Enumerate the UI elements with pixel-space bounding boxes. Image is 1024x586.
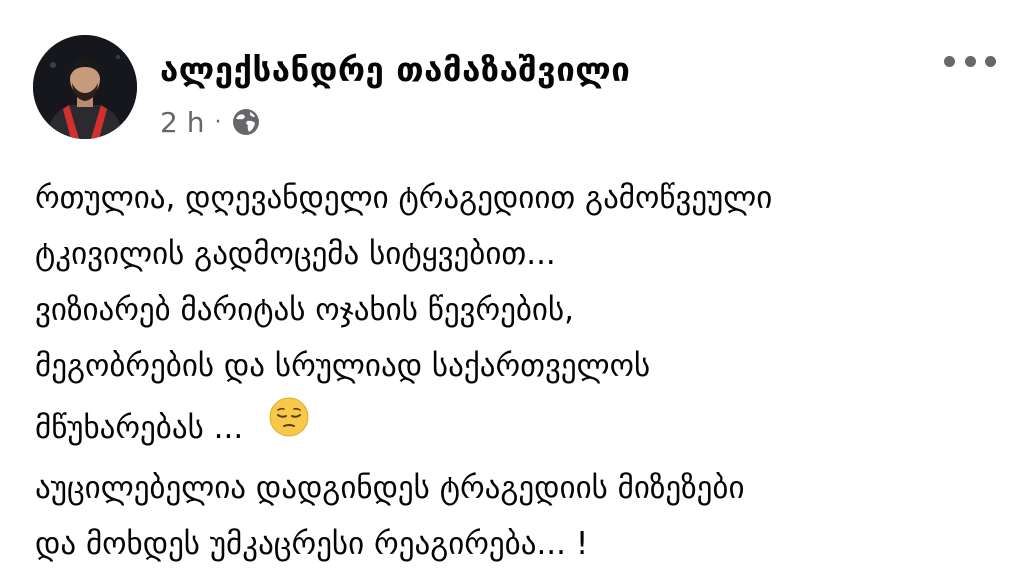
more-options-icon[interactable] bbox=[944, 48, 996, 74]
author-name[interactable]: ალექსანდრე თამაზაშვილი bbox=[160, 50, 630, 89]
post-text-line: ტკივილის გადმოცემა სიტყვებით... bbox=[35, 236, 556, 272]
post-text-line: მეგობრების და სრულიად საქართველოს bbox=[35, 348, 651, 384]
post-timestamp[interactable]: 2 h bbox=[160, 106, 204, 139]
pensive-face-emoji bbox=[269, 397, 309, 455]
post-text-line-with-emoji: მწუხარებას ... bbox=[35, 397, 1015, 460]
post-text-line: რთულია, დღევანდელი ტრაგედიით გამოწვეული bbox=[35, 180, 773, 216]
post-text-line: ვიზიარებ მარიტას ოჯახის წევრების, bbox=[35, 292, 575, 328]
post-text-line: და მოხდეს უმკაცრესი რეაგირება... ! bbox=[35, 526, 589, 562]
globe-icon[interactable] bbox=[231, 107, 261, 137]
meta-separator: · bbox=[214, 109, 222, 135]
more-dot bbox=[944, 55, 955, 67]
post-text-line: აუცილებელია დადგინდეს ტრაგედიის მიზეზები bbox=[35, 470, 745, 506]
post-text: რთულია, დღევანდელი ტრაგედიით გამოწვეული … bbox=[35, 170, 1015, 572]
post-text-line: მწუხარებას ... bbox=[35, 410, 244, 446]
avatar[interactable] bbox=[33, 35, 137, 139]
more-dot bbox=[985, 55, 996, 67]
facebook-post: ალექსანდრე თამაზაშვილი 2 h · რთულია, დღე… bbox=[0, 0, 1024, 586]
more-dot bbox=[964, 55, 976, 67]
post-meta: 2 h · bbox=[160, 104, 261, 140]
